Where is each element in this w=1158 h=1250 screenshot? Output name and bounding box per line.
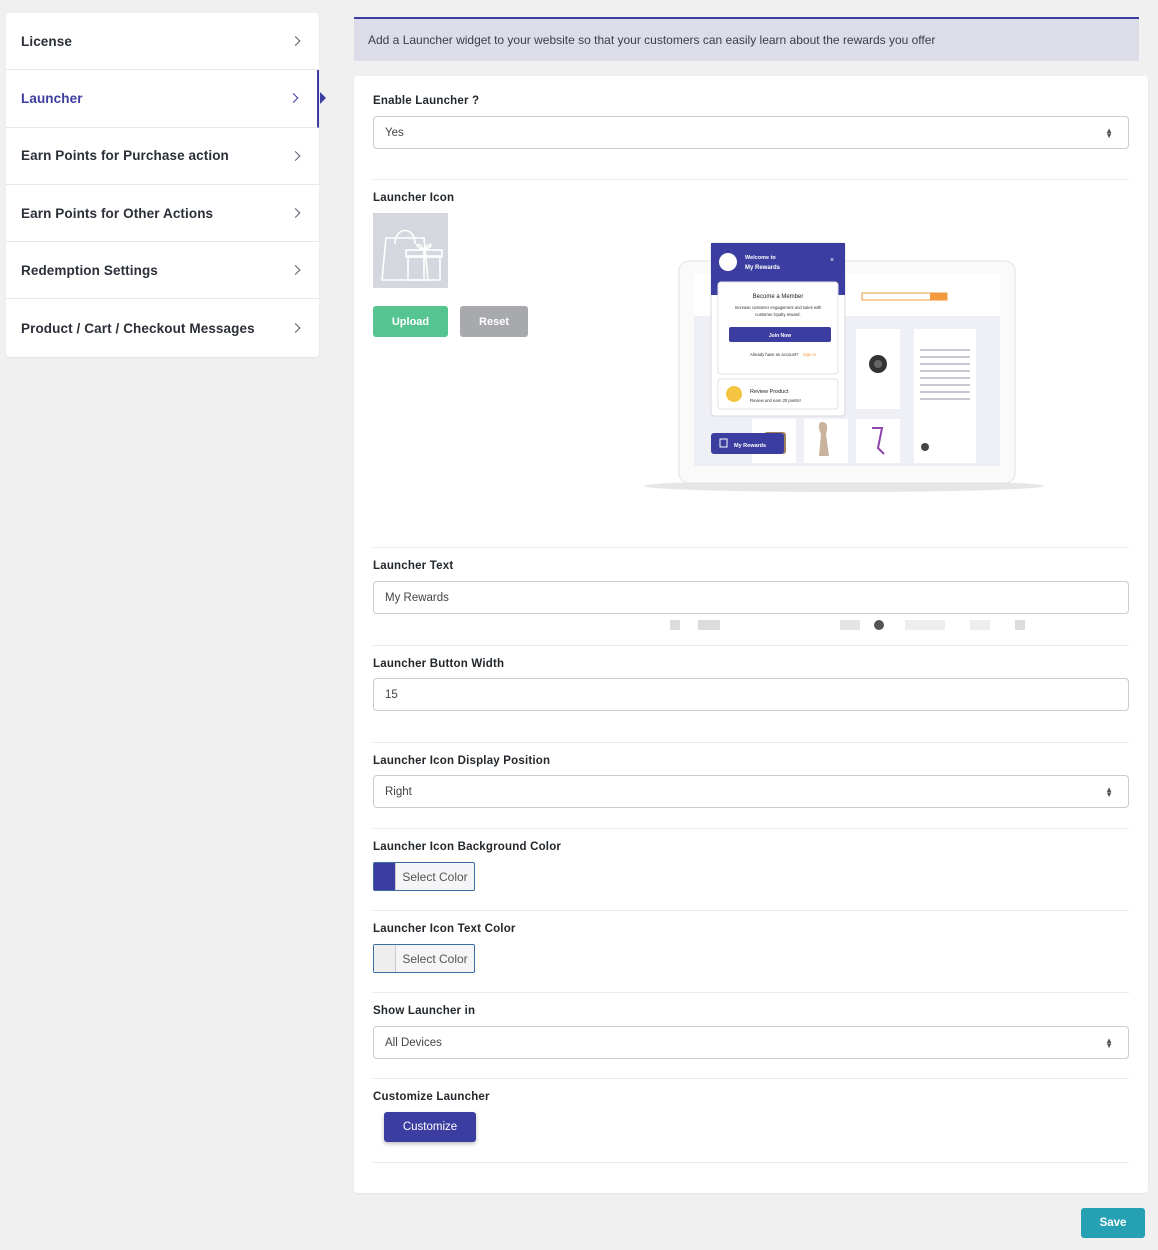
divider	[373, 645, 1129, 646]
enable-launcher-label: Enable Launcher ?	[373, 95, 480, 107]
preview-welcome-line1: Welcome to	[745, 255, 776, 261]
bg-color-swatch	[374, 863, 396, 890]
launcher-text-input[interactable]: My Rewards	[373, 581, 1129, 614]
sidebar-item-redemption[interactable]: Redemption Settings	[6, 242, 319, 300]
chevron-right-icon	[290, 265, 301, 276]
launcher-text-label: Launcher Text	[373, 560, 454, 572]
reset-button[interactable]: Reset	[460, 306, 528, 337]
sidebar-item-label: Earn Points for Other Actions	[21, 205, 214, 221]
divider	[373, 742, 1129, 743]
preview-welcome-line2: My Rewards	[745, 265, 781, 271]
input-value: 15	[385, 688, 398, 701]
text-color-label: Launcher Icon Text Color	[373, 923, 516, 935]
preview-join-now: Join Now	[769, 333, 791, 339]
select-arrows-icon: ▲ ▼	[1105, 125, 1113, 140]
preview-artifact-strip	[670, 620, 1025, 630]
customize-label: Customize Launcher	[373, 1091, 490, 1103]
sidebar-item-earn-purchase[interactable]: Earn Points for Purchase action	[6, 128, 319, 185]
preview-member-desc-2: customer loyalty reward.	[755, 312, 800, 317]
sidebar-item-label: Launcher	[21, 90, 83, 106]
preview-member-desc-1: Increase customer engagement and sales w…	[735, 305, 822, 310]
divider	[373, 1162, 1129, 1163]
sidebar-item-license[interactable]: License	[6, 13, 319, 71]
text-color-swatch	[374, 945, 396, 972]
display-position-label: Launcher Icon Display Position	[373, 755, 551, 767]
launcher-preview-image: Welcome to My Rewards × Become a Member …	[644, 236, 1054, 496]
enable-launcher-select[interactable]: Yes ▲ ▼	[373, 116, 1129, 149]
show-in-label: Show Launcher in	[373, 1005, 476, 1017]
sidebar-item-messages[interactable]: Product / Cart / Checkout Messages	[6, 299, 319, 356]
divider	[373, 1078, 1129, 1079]
launcher-icon-label: Launcher Icon	[373, 192, 455, 204]
launcher-icon-preview	[373, 213, 448, 288]
chevron-right-icon	[290, 323, 301, 334]
bg-color-label: Launcher Icon Background Color	[373, 841, 562, 853]
sidebar-item-earn-other[interactable]: Earn Points for Other Actions	[6, 185, 319, 243]
sidebar-item-label: License	[21, 33, 72, 49]
button-width-input[interactable]: 15	[373, 678, 1129, 711]
save-button[interactable]: Save	[1081, 1208, 1145, 1238]
show-in-select[interactable]: All Devices ▲ ▼	[373, 1026, 1129, 1059]
gift-bag-icon	[380, 229, 443, 281]
customize-button[interactable]: Customize	[384, 1112, 476, 1142]
divider	[373, 910, 1129, 911]
chevron-right-icon	[290, 208, 301, 218]
divider	[373, 992, 1129, 993]
sidebar-item-launcher[interactable]: Launcher	[6, 70, 326, 128]
preview-become-member: Become a Member	[753, 294, 804, 300]
svg-text:×: ×	[830, 257, 834, 264]
divider	[373, 547, 1129, 548]
sidebar-item-label: Redemption Settings	[21, 262, 158, 278]
button-width-label: Launcher Button Width	[373, 658, 505, 670]
select-value: Right	[385, 785, 412, 798]
sidebar-item-label: Earn Points for Purchase action	[21, 148, 229, 164]
chevron-right-icon	[288, 93, 299, 104]
preview-already-account: Already have an account?	[750, 352, 799, 357]
upload-button[interactable]: Upload	[373, 306, 448, 337]
select-value: All Devices	[385, 1036, 442, 1049]
select-color-label: Select Color	[402, 869, 468, 884]
preview-review-desc: Review and earn 20 points!	[750, 398, 801, 403]
preview-review-title: Review Product	[750, 389, 789, 395]
info-notice: Add a Launcher widget to your website so…	[354, 17, 1139, 61]
launcher-settings-card: Enable Launcher ? Yes ▲ ▼ Launcher Icon U…	[354, 76, 1148, 1193]
sidebar-item-label: Product / Cart / Checkout Messages	[21, 320, 255, 336]
select-arrows-icon: ▲ ▼	[1105, 1035, 1113, 1050]
display-position-select[interactable]: Right ▲ ▼	[373, 775, 1129, 808]
preview-sign-in: Sign in	[803, 352, 816, 357]
settings-sidebar: License Launcher Earn Points for Purchas…	[6, 13, 326, 357]
divider	[373, 179, 1129, 180]
select-value: Yes	[385, 126, 404, 139]
input-value: My Rewards	[385, 591, 449, 604]
select-color-label: Select Color	[402, 951, 468, 966]
chevron-right-icon	[290, 36, 301, 47]
select-arrows-icon: ▲ ▼	[1105, 784, 1113, 799]
preview-launcher-button: My Rewards	[734, 443, 766, 449]
bg-color-picker[interactable]: Select Color	[373, 862, 475, 891]
divider	[373, 828, 1129, 829]
text-color-picker[interactable]: Select Color	[373, 944, 475, 973]
chevron-right-icon	[290, 150, 301, 161]
active-indicator-icon	[320, 92, 326, 105]
